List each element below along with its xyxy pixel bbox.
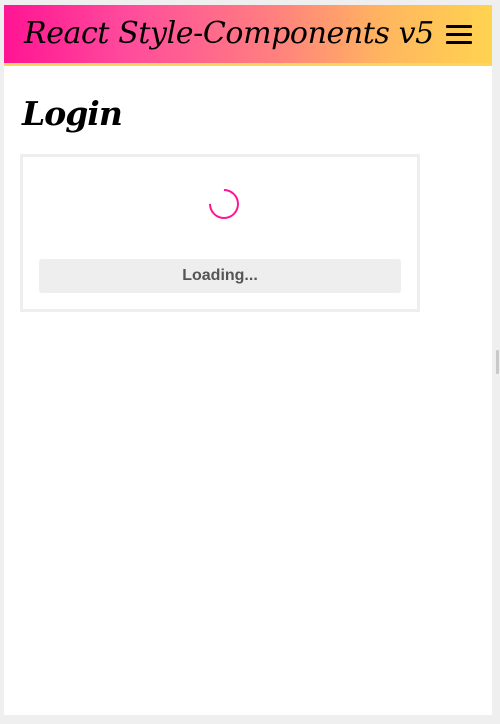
login-card: Loading... bbox=[20, 154, 420, 312]
menu-button[interactable] bbox=[446, 23, 472, 45]
hamburger-menu-icon-line bbox=[446, 25, 472, 28]
page-title: Login bbox=[22, 94, 123, 133]
hamburger-menu-icon-line bbox=[446, 33, 472, 36]
browser-viewport: React Style-Components v5 Login Loading.… bbox=[4, 5, 492, 715]
loading-spinner-icon bbox=[202, 182, 246, 226]
scrollbar-thumb[interactable] bbox=[496, 350, 499, 374]
loading-button[interactable]: Loading... bbox=[39, 259, 401, 293]
hamburger-menu-icon-line bbox=[446, 41, 472, 44]
top-header: React Style-Components v5 bbox=[4, 5, 492, 66]
brand-title[interactable]: React Style-Components v5 bbox=[24, 16, 434, 52]
